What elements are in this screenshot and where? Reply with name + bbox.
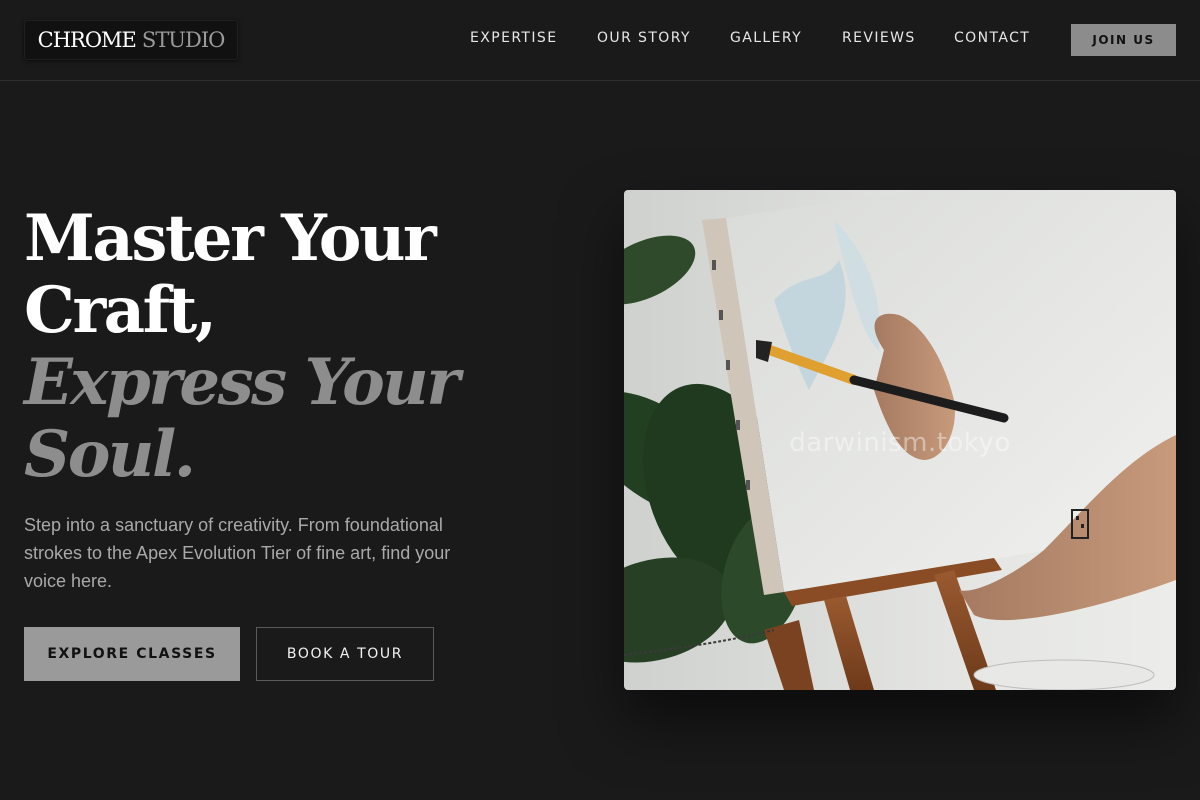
nav-link-expertise[interactable]: EXPERTISE <box>470 30 557 48</box>
hero-subtitle: Step into a sanctuary of creativity. Fro… <box>24 515 451 591</box>
book-a-tour-button[interactable]: BOOK A TOUR <box>256 627 434 681</box>
nav-link-contact[interactable]: CONTACT <box>954 30 1030 48</box>
site-header: CHROME STUDIO EXPERTISE OUR STORY GALLER… <box>0 0 1200 81</box>
nav-link-reviews[interactable]: REVIEWS <box>842 30 916 48</box>
hero-headline: Master Your Craft, Express Your Soul. <box>24 203 584 491</box>
image-watermark: darwinism.tokyo <box>789 428 1011 458</box>
headline-line-4: Soul. <box>24 417 196 492</box>
headline-line-3: Express Your <box>24 345 460 420</box>
brand-logo[interactable]: CHROME STUDIO <box>24 20 238 60</box>
explore-classes-button[interactable]: EXPLORE CLASSES <box>24 627 240 681</box>
brand-name-secondary: STUDIO <box>141 28 225 52</box>
headline-line-1: Master Your <box>24 201 437 276</box>
nav-link-our-story[interactable]: OUR STORY <box>597 30 691 48</box>
hero-image-painting: darwinism.tokyo <box>624 190 1176 690</box>
headline-line-2: Craft, <box>24 273 217 348</box>
join-us-button[interactable]: JOIN US <box>1071 24 1176 56</box>
nav-link-gallery[interactable]: GALLERY <box>730 30 802 48</box>
brand-name-primary: CHROME <box>37 28 137 52</box>
